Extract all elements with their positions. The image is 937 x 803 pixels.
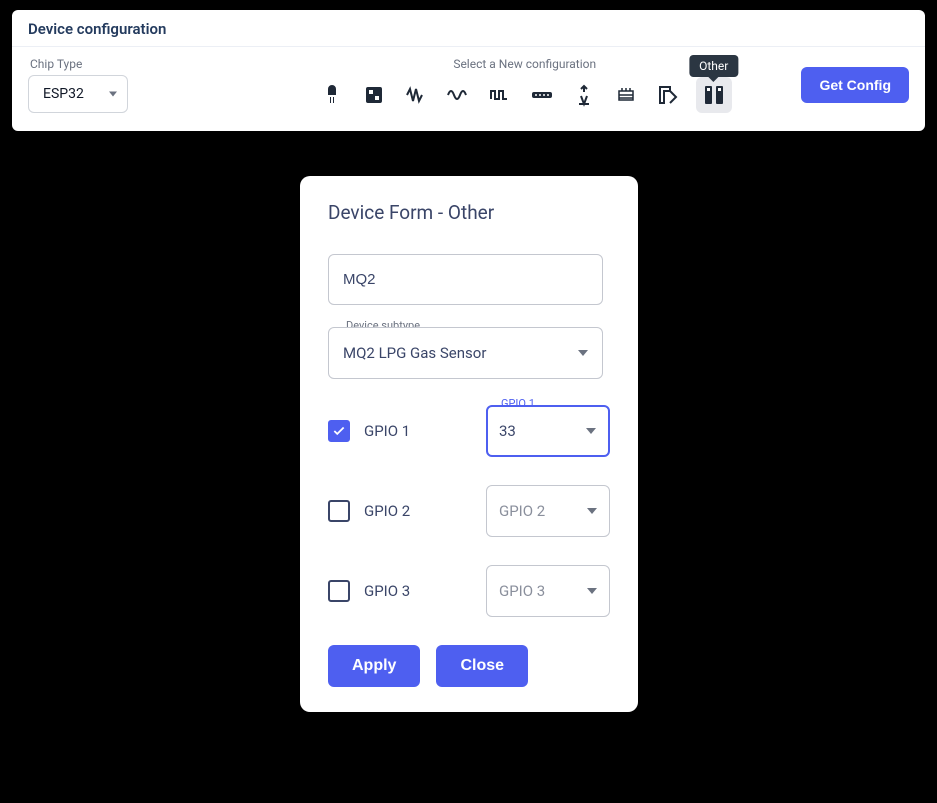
close-button[interactable]: Close [436,645,528,687]
gpio-2-select-wrap: GPIO 2 [486,485,610,537]
chevron-down-icon [587,588,597,594]
gpio-1-label: GPIO 1 [364,422,434,440]
gpio-row-1: GPIO 1 GPIO 1 33 [328,405,610,457]
modal-title: Device Form - Other [328,201,610,224]
device-config-panel: Device configuration Chip Type ESP32 Sel… [12,10,925,131]
digital-icon[interactable] [486,81,514,109]
chevron-down-icon [586,428,596,434]
gpio-row-3: GPIO 3 GPIO 3 [328,565,610,617]
device-form-modal: Device Form - Other Device subtype MQ2 L… [300,176,638,712]
gpio-3-select-value: GPIO 3 [499,582,545,600]
gpio-row-2: GPIO 2 GPIO 2 [328,485,610,537]
gpio-2-select[interactable]: GPIO 2 [486,485,610,537]
dimension-icon[interactable] [654,81,682,109]
device-subtype-field: Device subtype MQ2 LPG Gas Sensor [328,327,603,379]
chevron-down-icon [109,92,117,97]
gpio-2-checkbox[interactable] [328,500,350,522]
device-name-input[interactable] [328,254,603,305]
gpio-3-select[interactable]: GPIO 3 [486,565,610,617]
chip-type-label: Chip Type [30,57,128,71]
gpio-1-select-value: 33 [499,422,516,440]
other-icon-wrapper: Other [696,77,732,113]
gpio-2-select-value: GPIO 2 [499,502,545,520]
gpio-1-checkbox[interactable] [328,420,350,442]
tooltip: Other [689,55,738,77]
config-icon-row: Other [318,77,732,113]
relay-icon[interactable] [360,81,388,109]
gpio-3-select-wrap: GPIO 3 [486,565,610,617]
chip-type-value: ESP32 [43,86,84,102]
get-config-button[interactable]: Get Config [801,67,909,103]
panel-title: Device configuration [12,10,925,47]
gpio-2-label: GPIO 2 [364,502,434,520]
chip-type-column: Chip Type ESP32 [28,57,128,113]
config-select-column: Select a New configuration [248,57,801,113]
config-select-label: Select a New configuration [453,57,596,71]
apply-button[interactable]: Apply [328,645,420,687]
device-subtype-value: MQ2 LPG Gas Sensor [343,344,486,362]
modal-actions: Apply Close [328,645,610,687]
gpio-3-label: GPIO 3 [364,582,434,600]
gpio-1-select[interactable]: 33 [486,405,610,457]
panel-body: Chip Type ESP32 Select a New configurati… [12,47,925,131]
chevron-down-icon [587,508,597,514]
chevron-down-icon [578,350,588,356]
chip-type-select[interactable]: ESP32 [28,75,128,113]
uart-icon[interactable] [528,81,556,109]
i2c-icon[interactable] [612,81,640,109]
other-icon[interactable] [696,77,732,113]
device-subtype-select[interactable]: MQ2 LPG Gas Sensor [328,327,603,379]
analog-icon[interactable] [444,81,472,109]
gpio-3-checkbox[interactable] [328,580,350,602]
led-icon[interactable] [318,81,346,109]
gpio-1-select-wrap: GPIO 1 33 [486,405,610,457]
pwm-icon[interactable] [402,81,430,109]
spi-icon[interactable] [570,81,598,109]
